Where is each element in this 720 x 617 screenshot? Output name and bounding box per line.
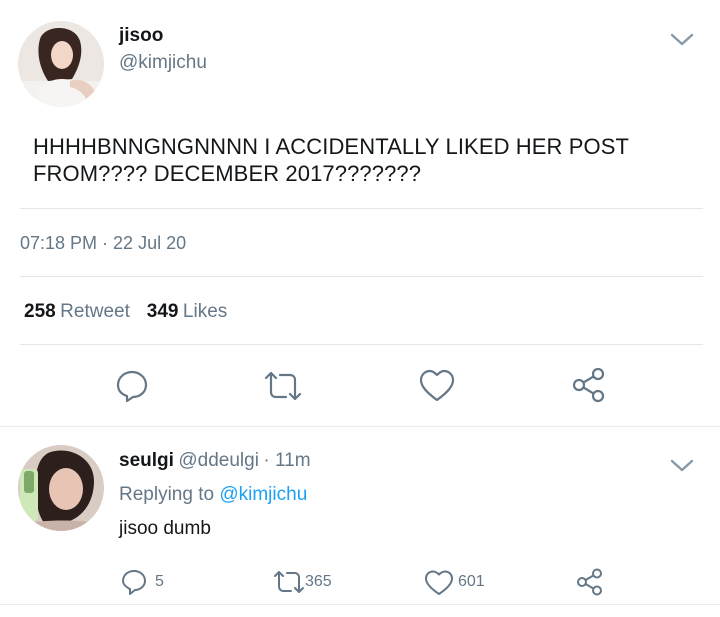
tweet-text-line-2: FROM???? DECEMBER 2017???????	[33, 161, 422, 186]
replying-to: Replying to @kimjichu	[119, 484, 307, 506]
heart-icon[interactable]	[418, 368, 456, 404]
chevron-down-icon[interactable]	[670, 32, 694, 48]
reply-author-name[interactable]: seulgi	[119, 450, 174, 471]
like-count[interactable]: 349	[147, 301, 179, 322]
author-avatar[interactable]	[18, 21, 104, 107]
retweet-label[interactable]: Retweet	[60, 301, 130, 322]
author-handle[interactable]: @kimjichu	[119, 52, 207, 74]
retweet-icon[interactable]	[262, 368, 304, 404]
reply-header: seulgi @ddeulgi · 11m	[119, 450, 311, 472]
reply-retweet-count: 365	[305, 573, 332, 590]
reply-time[interactable]: · 11m	[263, 450, 310, 471]
tweet-text: HHHHBNNGNGNNNN I ACCIDENTALLY LIKED HER …	[33, 133, 693, 187]
bottom-divider	[0, 604, 720, 605]
heart-icon[interactable]	[424, 569, 454, 597]
chevron-down-icon[interactable]	[670, 458, 694, 474]
tweet-text-line-1: HHHHBNNGNGNNNN I ACCIDENTALLY LIKED HER …	[33, 134, 630, 159]
tweet-timestamp[interactable]: 07:18 PM · 22 Jul 20	[20, 233, 186, 254]
reply-like-count: 601	[458, 573, 485, 590]
share-icon[interactable]	[575, 567, 605, 597]
retweet-count[interactable]: 258	[24, 301, 56, 322]
author-name[interactable]: jisoo	[119, 25, 163, 47]
share-icon[interactable]	[570, 366, 608, 404]
reply-text: jisoo dumb	[119, 518, 211, 539]
reply-icon[interactable]	[114, 368, 150, 404]
reply-icon[interactable]	[120, 568, 148, 596]
divider	[20, 208, 703, 209]
divider	[20, 344, 703, 345]
retweet-icon[interactable]	[272, 568, 306, 596]
reply-count: 5	[155, 573, 164, 590]
like-label[interactable]: Likes	[183, 301, 227, 322]
replying-prefix: Replying to	[119, 484, 215, 505]
section-divider	[0, 426, 720, 427]
tweet-stats: 258 Retweet 349 Likes	[24, 301, 227, 323]
reply-author-avatar[interactable]	[18, 445, 104, 531]
divider	[20, 276, 703, 277]
replying-to-link[interactable]: @kimjichu	[219, 484, 307, 505]
reply-author-handle[interactable]: @ddeulgi	[178, 450, 259, 471]
